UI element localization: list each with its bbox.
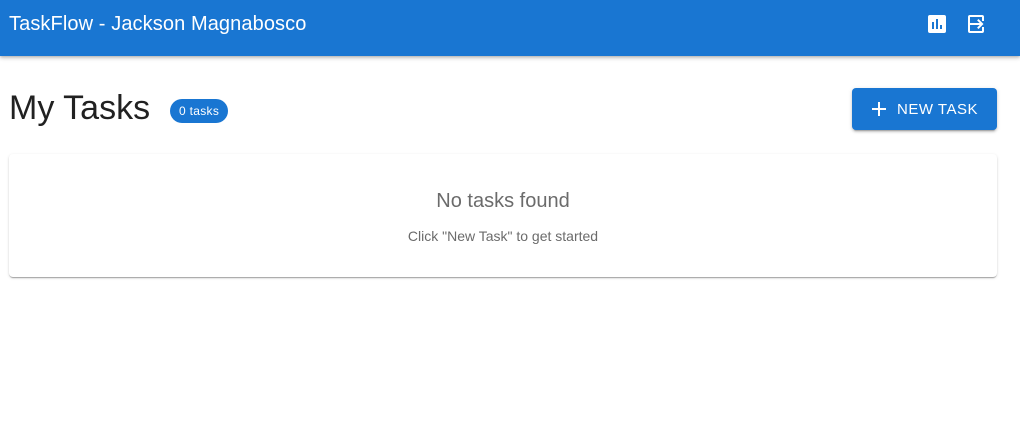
empty-state-title: No tasks found (436, 190, 570, 212)
app-title: TaskFlow - Jackson Magnabosco (9, 13, 307, 35)
new-task-button-label: New Task (897, 100, 978, 118)
task-count-badge: 0 tasks (170, 99, 229, 123)
empty-state-subtitle: Click "New Task" to get started (407, 228, 599, 244)
bar-chart-icon[interactable] (925, 12, 949, 36)
page-title: My Tasks (9, 89, 151, 127)
plus-icon (871, 101, 887, 117)
logout-icon[interactable] (965, 12, 989, 36)
tasks-empty-state-card: No tasks found Click "New Task" to get s… (9, 154, 997, 277)
new-task-button[interactable]: New Task (852, 88, 997, 130)
app-bar: TaskFlow - Jackson Magnabosco (0, 0, 1020, 56)
